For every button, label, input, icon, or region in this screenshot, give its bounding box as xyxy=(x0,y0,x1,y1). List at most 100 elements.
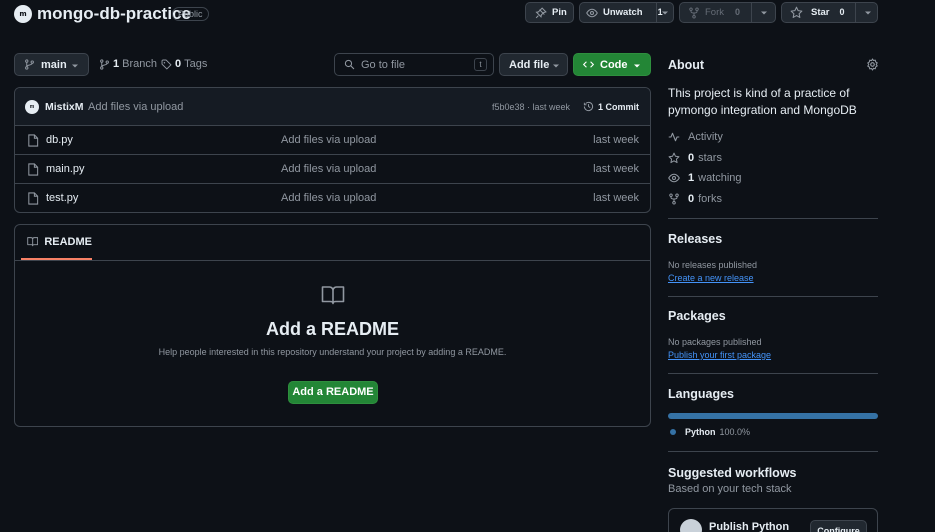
book-icon xyxy=(321,286,345,305)
tag-count: 0 xyxy=(175,58,182,70)
fork-count: 0 xyxy=(735,7,741,17)
file-name[interactable]: db.py xyxy=(46,134,73,146)
chevron-down-icon[interactable] xyxy=(661,9,669,17)
readme-empty-description: Help people interested in this repositor… xyxy=(158,347,507,357)
stars-count: 0 xyxy=(688,152,695,164)
publish-package-link[interactable]: Publish your first package xyxy=(668,350,771,360)
file-name[interactable]: test.py xyxy=(46,192,78,204)
forks-label: forks xyxy=(698,193,722,205)
forks-link[interactable]: 0 forks xyxy=(668,193,722,205)
fork-button[interactable]: Fork 0 xyxy=(679,2,776,23)
stars-link[interactable]: 0 stars xyxy=(668,152,722,164)
pin-button[interactable]: Pin xyxy=(525,2,574,23)
unwatch-button[interactable]: Unwatch 1 xyxy=(579,2,674,23)
star-label: Star xyxy=(811,7,830,18)
star-count: 0 xyxy=(839,7,845,17)
language-item-python[interactable]: Python 100.0% xyxy=(670,427,750,437)
table-row[interactable]: db.py Add files via upload last week xyxy=(15,126,650,155)
code-button[interactable]: Code xyxy=(573,53,651,76)
create-release-link[interactable]: Create a new release xyxy=(668,273,754,283)
sidebar-divider xyxy=(668,296,878,297)
readme-divider xyxy=(15,260,650,261)
activity-link[interactable]: Activity xyxy=(668,131,723,143)
commit-hash-time[interactable]: f5b0e38 · last week xyxy=(492,102,570,112)
chevron-down-icon xyxy=(72,64,78,68)
sidebar-divider xyxy=(668,218,878,219)
sidebar-divider xyxy=(668,373,878,374)
commit-message[interactable]: Add files via upload xyxy=(88,101,183,113)
branches-link[interactable]: 1 Branch xyxy=(99,58,157,70)
workflows-subheading: Based on your tech stack xyxy=(668,483,792,495)
packages-empty-text: No packages published xyxy=(668,337,762,347)
packages-heading[interactable]: Packages xyxy=(668,309,726,323)
go-to-file-placeholder: Go to file xyxy=(361,58,406,71)
language-bar xyxy=(668,413,878,419)
repo-header: m mongo-db-practice Public Pin Unwatch 1… xyxy=(0,0,935,28)
add-readme-button[interactable]: Add a README xyxy=(288,381,378,404)
python-workflow-icon xyxy=(680,519,702,532)
latest-commit-bar: m MistixM Add files via upload f5b0e38 ·… xyxy=(15,88,650,126)
git-branch-icon xyxy=(25,59,34,70)
file-name[interactable]: main.py xyxy=(46,163,85,175)
table-row[interactable]: main.py Add files via upload last week xyxy=(15,155,650,184)
visibility-badge: Public xyxy=(172,7,209,21)
stars-label: stars xyxy=(698,152,722,164)
watching-link[interactable]: 1 watching xyxy=(668,172,742,184)
commit-history-link[interactable]: 1 Commit xyxy=(583,101,639,112)
git-branch-icon xyxy=(100,58,109,70)
configure-button[interactable]: Configure xyxy=(810,520,867,532)
file-commit-time: last week xyxy=(593,192,639,204)
chevron-down-icon xyxy=(634,64,640,68)
tags-link[interactable]: 0 Tags xyxy=(161,58,207,70)
sidebar-divider xyxy=(668,451,878,452)
search-icon xyxy=(344,59,355,70)
readme-empty-title: Add a README xyxy=(265,319,399,339)
workflows-heading: Suggested workflows xyxy=(668,466,797,480)
commit-author-avatar[interactable]: m xyxy=(25,100,39,114)
fork-icon xyxy=(689,6,699,19)
pin-icon xyxy=(535,6,547,18)
activity-label: Activity xyxy=(688,131,723,143)
commit-author[interactable]: MistixM xyxy=(45,101,84,113)
tag-count-label: Tags xyxy=(184,58,208,70)
workflow-title: Publish Python xyxy=(709,521,790,532)
fork-split xyxy=(751,3,752,22)
file-commit-message[interactable]: Add files via upload xyxy=(281,163,376,175)
unwatch-label: Unwatch xyxy=(603,7,643,18)
star-button[interactable]: Star 0 xyxy=(781,2,878,23)
code-icon xyxy=(583,61,594,68)
file-commit-message[interactable]: Add files via upload xyxy=(281,192,376,204)
file-icon xyxy=(28,192,39,205)
gear-icon[interactable] xyxy=(866,58,879,71)
owner-avatar[interactable]: m xyxy=(14,5,32,23)
language-name: Python xyxy=(685,427,716,437)
releases-heading[interactable]: Releases xyxy=(668,232,722,246)
releases-empty-text: No releases published xyxy=(668,260,758,270)
branch-count: 1 xyxy=(113,58,120,70)
watching-label: watching xyxy=(698,172,742,184)
repo-name[interactable]: mongo-db-practice xyxy=(37,4,191,24)
keyboard-shortcut-hint: t xyxy=(474,58,487,71)
fork-icon xyxy=(669,193,679,205)
file-commit-message[interactable]: Add files via upload xyxy=(281,134,376,146)
file-icon xyxy=(28,134,39,147)
commit-author-avatar-initials: m xyxy=(29,104,35,110)
forks-count: 0 xyxy=(688,193,695,205)
history-icon xyxy=(583,101,594,112)
watching-count: 1 xyxy=(688,172,695,184)
unwatch-split xyxy=(656,3,657,22)
go-to-file-search[interactable]: Go to file t xyxy=(334,53,494,76)
star-icon xyxy=(790,6,803,18)
file-table: m MistixM Add files via upload f5b0e38 ·… xyxy=(14,87,651,213)
language-percent: 100.0% xyxy=(719,427,751,437)
eye-icon xyxy=(586,8,598,17)
table-row[interactable]: test.py Add files via upload last week xyxy=(15,184,650,212)
about-description: This project is kind of a practice of py… xyxy=(668,86,857,117)
chevron-down-icon[interactable] xyxy=(864,9,872,17)
commit-count: 1 Commit xyxy=(598,101,640,112)
add-file-button[interactable]: Add file xyxy=(499,53,568,76)
tab-readme[interactable]: README xyxy=(21,225,92,260)
chevron-down-icon[interactable] xyxy=(760,9,768,17)
branch-selector[interactable]: main xyxy=(14,53,89,76)
add-file-label: Add file xyxy=(509,58,550,71)
